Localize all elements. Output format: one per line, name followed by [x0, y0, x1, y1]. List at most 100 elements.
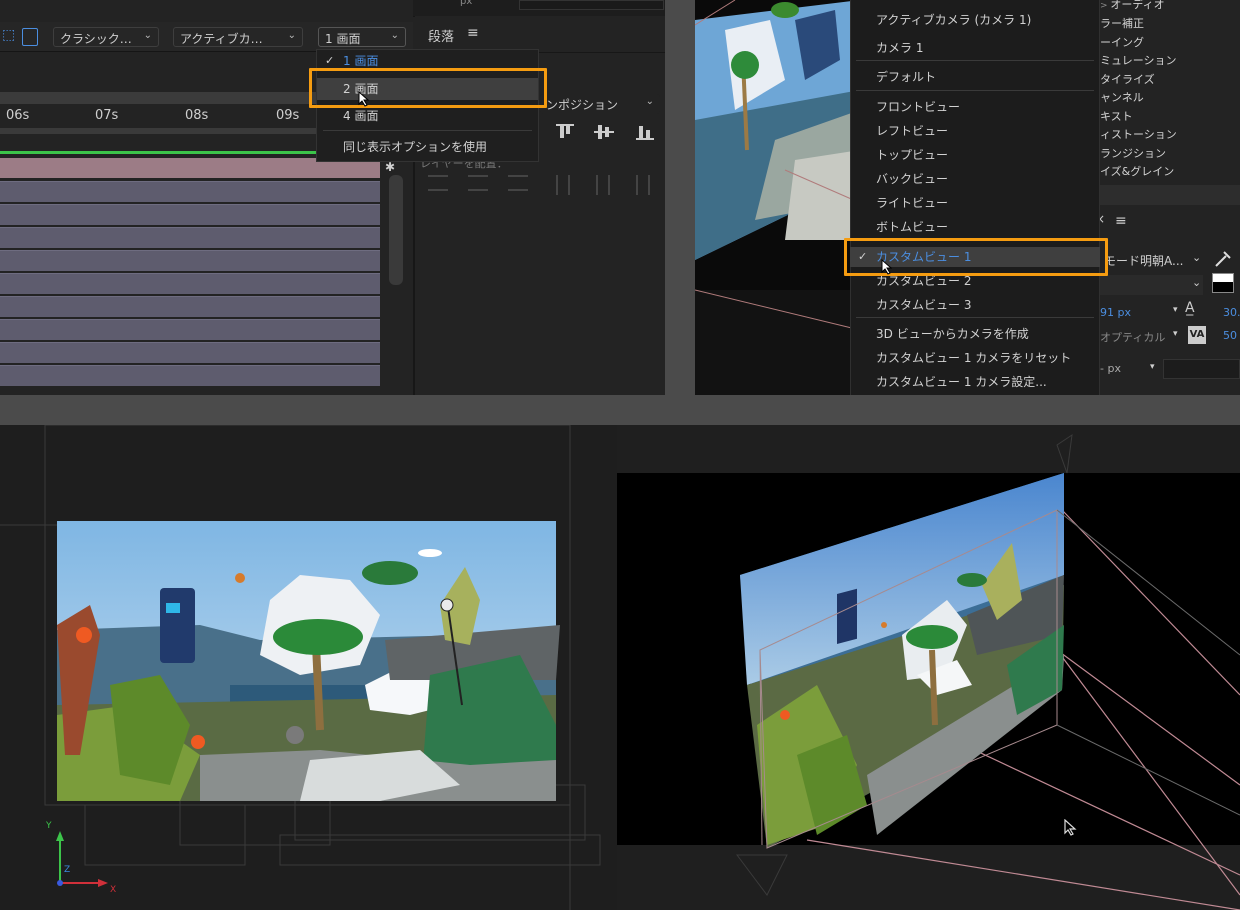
view-menu-item[interactable]: カスタムビュー 3: [850, 295, 1100, 315]
distribute-top-icon[interactable]: [428, 175, 448, 191]
composition-view-right: [617, 425, 1240, 910]
font-style-dropdown[interactable]: [1100, 275, 1203, 295]
view-menu-item[interactable]: ライトビュー: [850, 193, 1100, 213]
chevron-down-icon: ⌄: [287, 30, 296, 41]
effects-category[interactable]: ラー補正: [1100, 15, 1144, 33]
view-menu-items: アクティブカメラ (カメラ 1) カメラ 1 デフォルトフロントビューレフトビュート…: [850, 0, 1100, 395]
chevron-down-icon: ⌄: [390, 30, 399, 41]
chevron-down-icon[interactable]: ▾: [1173, 305, 1178, 315]
leading-icon: A̲: [1185, 300, 1195, 316]
distribute-right-icon[interactable]: [636, 175, 650, 195]
chevron-down-icon[interactable]: ▾: [1173, 329, 1178, 339]
time-tick: 08s: [185, 108, 209, 123]
view-menu-item[interactable]: フロントビュー: [850, 97, 1100, 117]
effects-category[interactable]: ミュレーション: [1100, 52, 1177, 70]
marker-icon[interactable]: ✱: [385, 160, 395, 174]
view-menu-item[interactable]: アクティブカメラ (カメラ 1): [850, 10, 1100, 30]
layer-bar[interactable]: [0, 181, 380, 202]
effects-category[interactable]: > オーディオ: [1100, 0, 1165, 14]
effects-category[interactable]: ィストーション: [1100, 126, 1177, 144]
region-of-interest-icon[interactable]: ⬚: [2, 27, 18, 45]
layout-menu-item[interactable]: 4 画面: [317, 105, 538, 127]
align-bottom-icon[interactable]: [636, 122, 656, 142]
effects-category[interactable]: ャンネル: [1100, 89, 1144, 107]
fill-color-swatch[interactable]: [1212, 273, 1234, 293]
camera-dropdown[interactable]: アクティブカ… ⌄: [173, 27, 303, 47]
menu-item-label: カメラ 1: [876, 41, 924, 55]
view-menu-item[interactable]: ボトムビュー: [850, 217, 1100, 237]
view-menu-item[interactable]: カメラ 1: [850, 38, 1100, 58]
menu-separator: [856, 317, 1094, 318]
menu-item-label: レフトビュー: [876, 124, 949, 138]
distribute-center-icon[interactable]: [468, 175, 488, 191]
menu-item-label: アクティブカメラ (カメラ 1): [876, 13, 1032, 27]
layer-bar[interactable]: [0, 365, 380, 386]
layer-bar[interactable]: [0, 319, 380, 340]
field-unit: px: [460, 0, 473, 7]
eyedropper-icon[interactable]: [1212, 248, 1232, 270]
highlight-box: [309, 68, 547, 108]
view-menu-item[interactable]: トップビュー: [850, 145, 1100, 165]
font-size-value[interactable]: 91 px: [1100, 306, 1131, 319]
chevron-down-icon[interactable]: ▾: [1150, 362, 1155, 372]
effects-category[interactable]: ーイング: [1100, 34, 1144, 52]
menu-item-label: デフォルト: [876, 70, 937, 84]
distribute-hcenter-icon[interactable]: [596, 175, 610, 195]
effects-category[interactable]: タイライズ: [1100, 71, 1155, 89]
effects-category-label: イズ&グレイン: [1100, 165, 1175, 178]
effects-scroll-strip[interactable]: [1100, 185, 1240, 205]
chevron-down-icon: ⌄: [645, 96, 654, 107]
effects-category[interactable]: イズ&グレイン: [1100, 163, 1174, 181]
chevron-down-icon[interactable]: ⌄: [1192, 251, 1201, 264]
composition-view-left: Y Z X: [0, 425, 617, 910]
menu-item-label: 1 画面: [343, 54, 379, 68]
layer-bar[interactable]: [0, 227, 380, 248]
renderer-dropdown[interactable]: クラシック… ⌄: [53, 27, 159, 47]
layout-menu-item[interactable]: 同じ表示オプションを使用: [317, 136, 538, 158]
menu-item-label: バックビュー: [876, 172, 949, 186]
z-axis-label: Z: [64, 865, 71, 875]
layer-bar[interactable]: [0, 296, 380, 317]
view-menu-item[interactable]: デフォルト: [850, 67, 1100, 87]
view-menu-item[interactable]: 3D ビューからカメラを作成: [850, 324, 1100, 344]
layout-dropdown-label: 1 画面: [325, 32, 361, 46]
leading-value[interactable]: 30.: [1223, 306, 1240, 319]
distribute-left-icon[interactable]: [556, 175, 570, 195]
screenshot-collage: ⬚ クラシック… ⌄ アクティブカ… ⌄ 1 画面 ⌄ 06s 07s 08s …: [0, 0, 1240, 910]
align-vcenter-icon[interactable]: [594, 122, 614, 142]
effects-category[interactable]: キスト: [1100, 108, 1133, 126]
font-dropdown[interactable]: モード明朝A...: [1100, 248, 1203, 272]
time-tick: 06s: [6, 108, 30, 123]
view-menu-panel: > オーディオ ラー補正 ーイング ミュレーション タイライズ ャンネル キスト…: [695, 0, 1240, 395]
layer-bar[interactable]: [0, 250, 380, 271]
menu-item-label: 4 画面: [343, 109, 379, 123]
mouse-cursor-icon: [1064, 819, 1077, 836]
view-menu-item[interactable]: バックビュー: [850, 169, 1100, 189]
layer-bar[interactable]: [0, 204, 380, 225]
transparency-grid-icon[interactable]: [22, 28, 38, 46]
stroke-type-dropdown[interactable]: [1163, 359, 1240, 379]
effects-category[interactable]: ランジション: [1100, 145, 1166, 163]
panel-title: 段落: [428, 30, 455, 45]
distribute-bottom-icon[interactable]: [508, 175, 528, 191]
text-field[interactable]: [519, 0, 664, 10]
kerning-value[interactable]: オプティカル: [1100, 329, 1165, 345]
view-menu-item[interactable]: カスタムビュー 1 カメラをリセット: [850, 348, 1100, 368]
x-axis-label: X: [110, 885, 117, 895]
menu-item-label: 3D ビューからカメラを作成: [876, 327, 1029, 341]
align-top-icon[interactable]: [556, 122, 574, 142]
view-menu-item[interactable]: カスタムビュー 1 カメラ設定...: [850, 372, 1100, 392]
tracking-value[interactable]: 50: [1223, 329, 1237, 342]
view-menu-item[interactable]: レフトビュー: [850, 121, 1100, 141]
timeline-scrollbar[interactable]: [389, 175, 403, 285]
hamburger-menu-icon[interactable]: ≡: [1115, 213, 1127, 229]
align-to-dropdown[interactable]: ンポジション ⌄: [540, 94, 660, 114]
tracking-icon: VA: [1188, 326, 1206, 344]
layout-dropdown[interactable]: 1 画面 ⌄: [318, 27, 406, 47]
layer-bar[interactable]: [0, 273, 380, 294]
layer-bar[interactable]: [0, 342, 380, 363]
chevron-down-icon[interactable]: ⌄: [1192, 276, 1201, 289]
stroke-width-value[interactable]: - px: [1100, 362, 1121, 375]
menu-item-label: トップビュー: [876, 148, 949, 162]
hamburger-menu-icon[interactable]: ≡: [467, 25, 479, 41]
